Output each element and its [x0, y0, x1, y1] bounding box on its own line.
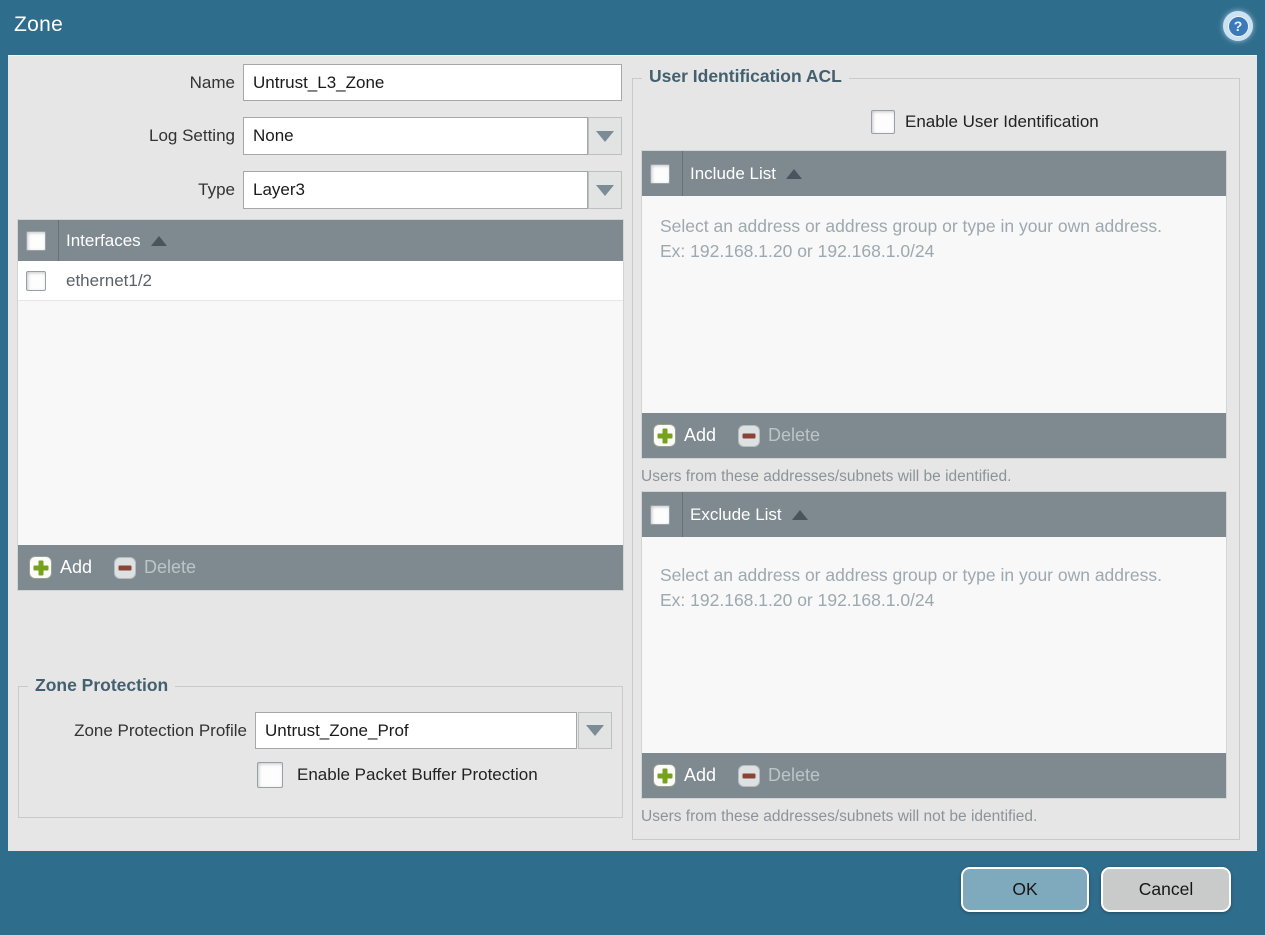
name-input[interactable]: [243, 64, 622, 101]
log-setting-label: Log Setting: [148, 126, 235, 145]
help-icon[interactable]: ?: [1223, 11, 1253, 41]
interface-row-checkbox[interactable]: [26, 270, 46, 291]
header-separator: [682, 151, 683, 196]
type-label: Type: [198, 180, 235, 199]
exclude-list-toolbar: Add Delete: [642, 753, 1226, 798]
interfaces-table-header: Interfaces: [18, 220, 623, 261]
zone-protection-profile-input[interactable]: [255, 712, 577, 749]
help-question-glyph: ?: [1227, 15, 1249, 37]
exclude-list-header-checkbox[interactable]: [650, 504, 670, 525]
enable-user-identification-checkbox[interactable]: [871, 110, 895, 134]
exclude-list-column-header: Exclude List: [690, 504, 782, 524]
interface-row[interactable]: ethernet1/2: [18, 261, 623, 301]
ok-button[interactable]: OK: [961, 867, 1089, 912]
log-setting-dropdown-button[interactable]: [588, 117, 622, 155]
exclude-list-footnote: Users from these addresses/subnets will …: [641, 808, 1038, 825]
add-plus-icon: [653, 424, 676, 447]
include-list-body[interactable]: Select an address or address group or ty…: [642, 196, 1226, 413]
include-list-placeholder: Select an address or address group or ty…: [660, 216, 1162, 261]
include-list-header: Include List: [642, 151, 1226, 196]
interfaces-toolbar: Add Delete: [18, 545, 623, 590]
header-separator: [682, 492, 683, 537]
interfaces-table: Interfaces ethernet1/2 Add Delete: [18, 220, 623, 590]
exclude-add-button[interactable]: Add: [653, 764, 716, 787]
interface-name: ethernet1/2: [66, 270, 153, 290]
enable-packet-buffer-checkbox[interactable]: [257, 762, 283, 788]
include-list-table: Include List Select an address or addres…: [642, 151, 1226, 458]
interfaces-header-checkbox[interactable]: [26, 230, 46, 251]
header-separator: [58, 220, 59, 261]
exclude-list-header: Exclude List: [642, 492, 1226, 537]
name-label: Name: [189, 72, 235, 92]
include-list-toolbar: Add Delete: [642, 413, 1226, 458]
interfaces-table-body: ethernet1/2: [18, 261, 623, 545]
sort-ascending-icon[interactable]: [150, 235, 167, 246]
include-list-column-header: Include List: [690, 163, 776, 183]
type-input[interactable]: [243, 171, 588, 209]
include-delete-button[interactable]: Delete: [716, 424, 820, 447]
interfaces-delete-button[interactable]: Delete: [92, 556, 196, 579]
include-list-header-checkbox[interactable]: [650, 163, 670, 184]
delete-minus-icon: [738, 424, 761, 447]
enable-packet-buffer-label: Enable Packet Buffer Protection: [297, 765, 538, 784]
zone-protection-profile-dropdown-button[interactable]: [578, 712, 612, 749]
delete-minus-icon: [114, 556, 137, 579]
zone-protection-fieldset: [18, 686, 623, 818]
dialog-title: Zone: [14, 13, 64, 36]
log-setting-input[interactable]: [243, 117, 588, 155]
delete-minus-icon: [738, 764, 761, 787]
sort-ascending-icon[interactable]: [786, 168, 802, 179]
interfaces-column-header: Interfaces: [66, 230, 141, 250]
sort-ascending-icon[interactable]: [791, 509, 808, 520]
add-plus-icon: [29, 556, 52, 579]
interfaces-add-button[interactable]: Add: [29, 556, 92, 579]
user-identification-legend: User Identification ACL: [642, 66, 849, 87]
exclude-delete-button[interactable]: Delete: [716, 764, 820, 787]
include-list-footnote: Users from these addresses/subnets will …: [641, 468, 1012, 485]
exclude-list-placeholder: Select an address or address group or ty…: [660, 565, 1162, 610]
zone-protection-profile-label: Zone Protection Profile: [74, 720, 247, 740]
zone-protection-legend: Zone Protection: [28, 675, 176, 696]
include-add-button[interactable]: Add: [653, 424, 716, 447]
add-plus-icon: [653, 764, 676, 787]
enable-user-identification-label: Enable User Identification: [905, 112, 1099, 131]
exclude-list-body[interactable]: Select an address or address group or ty…: [642, 537, 1226, 753]
type-dropdown-button[interactable]: [588, 171, 622, 209]
exclude-list-table: Exclude List Select an address or addres…: [642, 492, 1226, 798]
cancel-button[interactable]: Cancel: [1101, 867, 1231, 912]
